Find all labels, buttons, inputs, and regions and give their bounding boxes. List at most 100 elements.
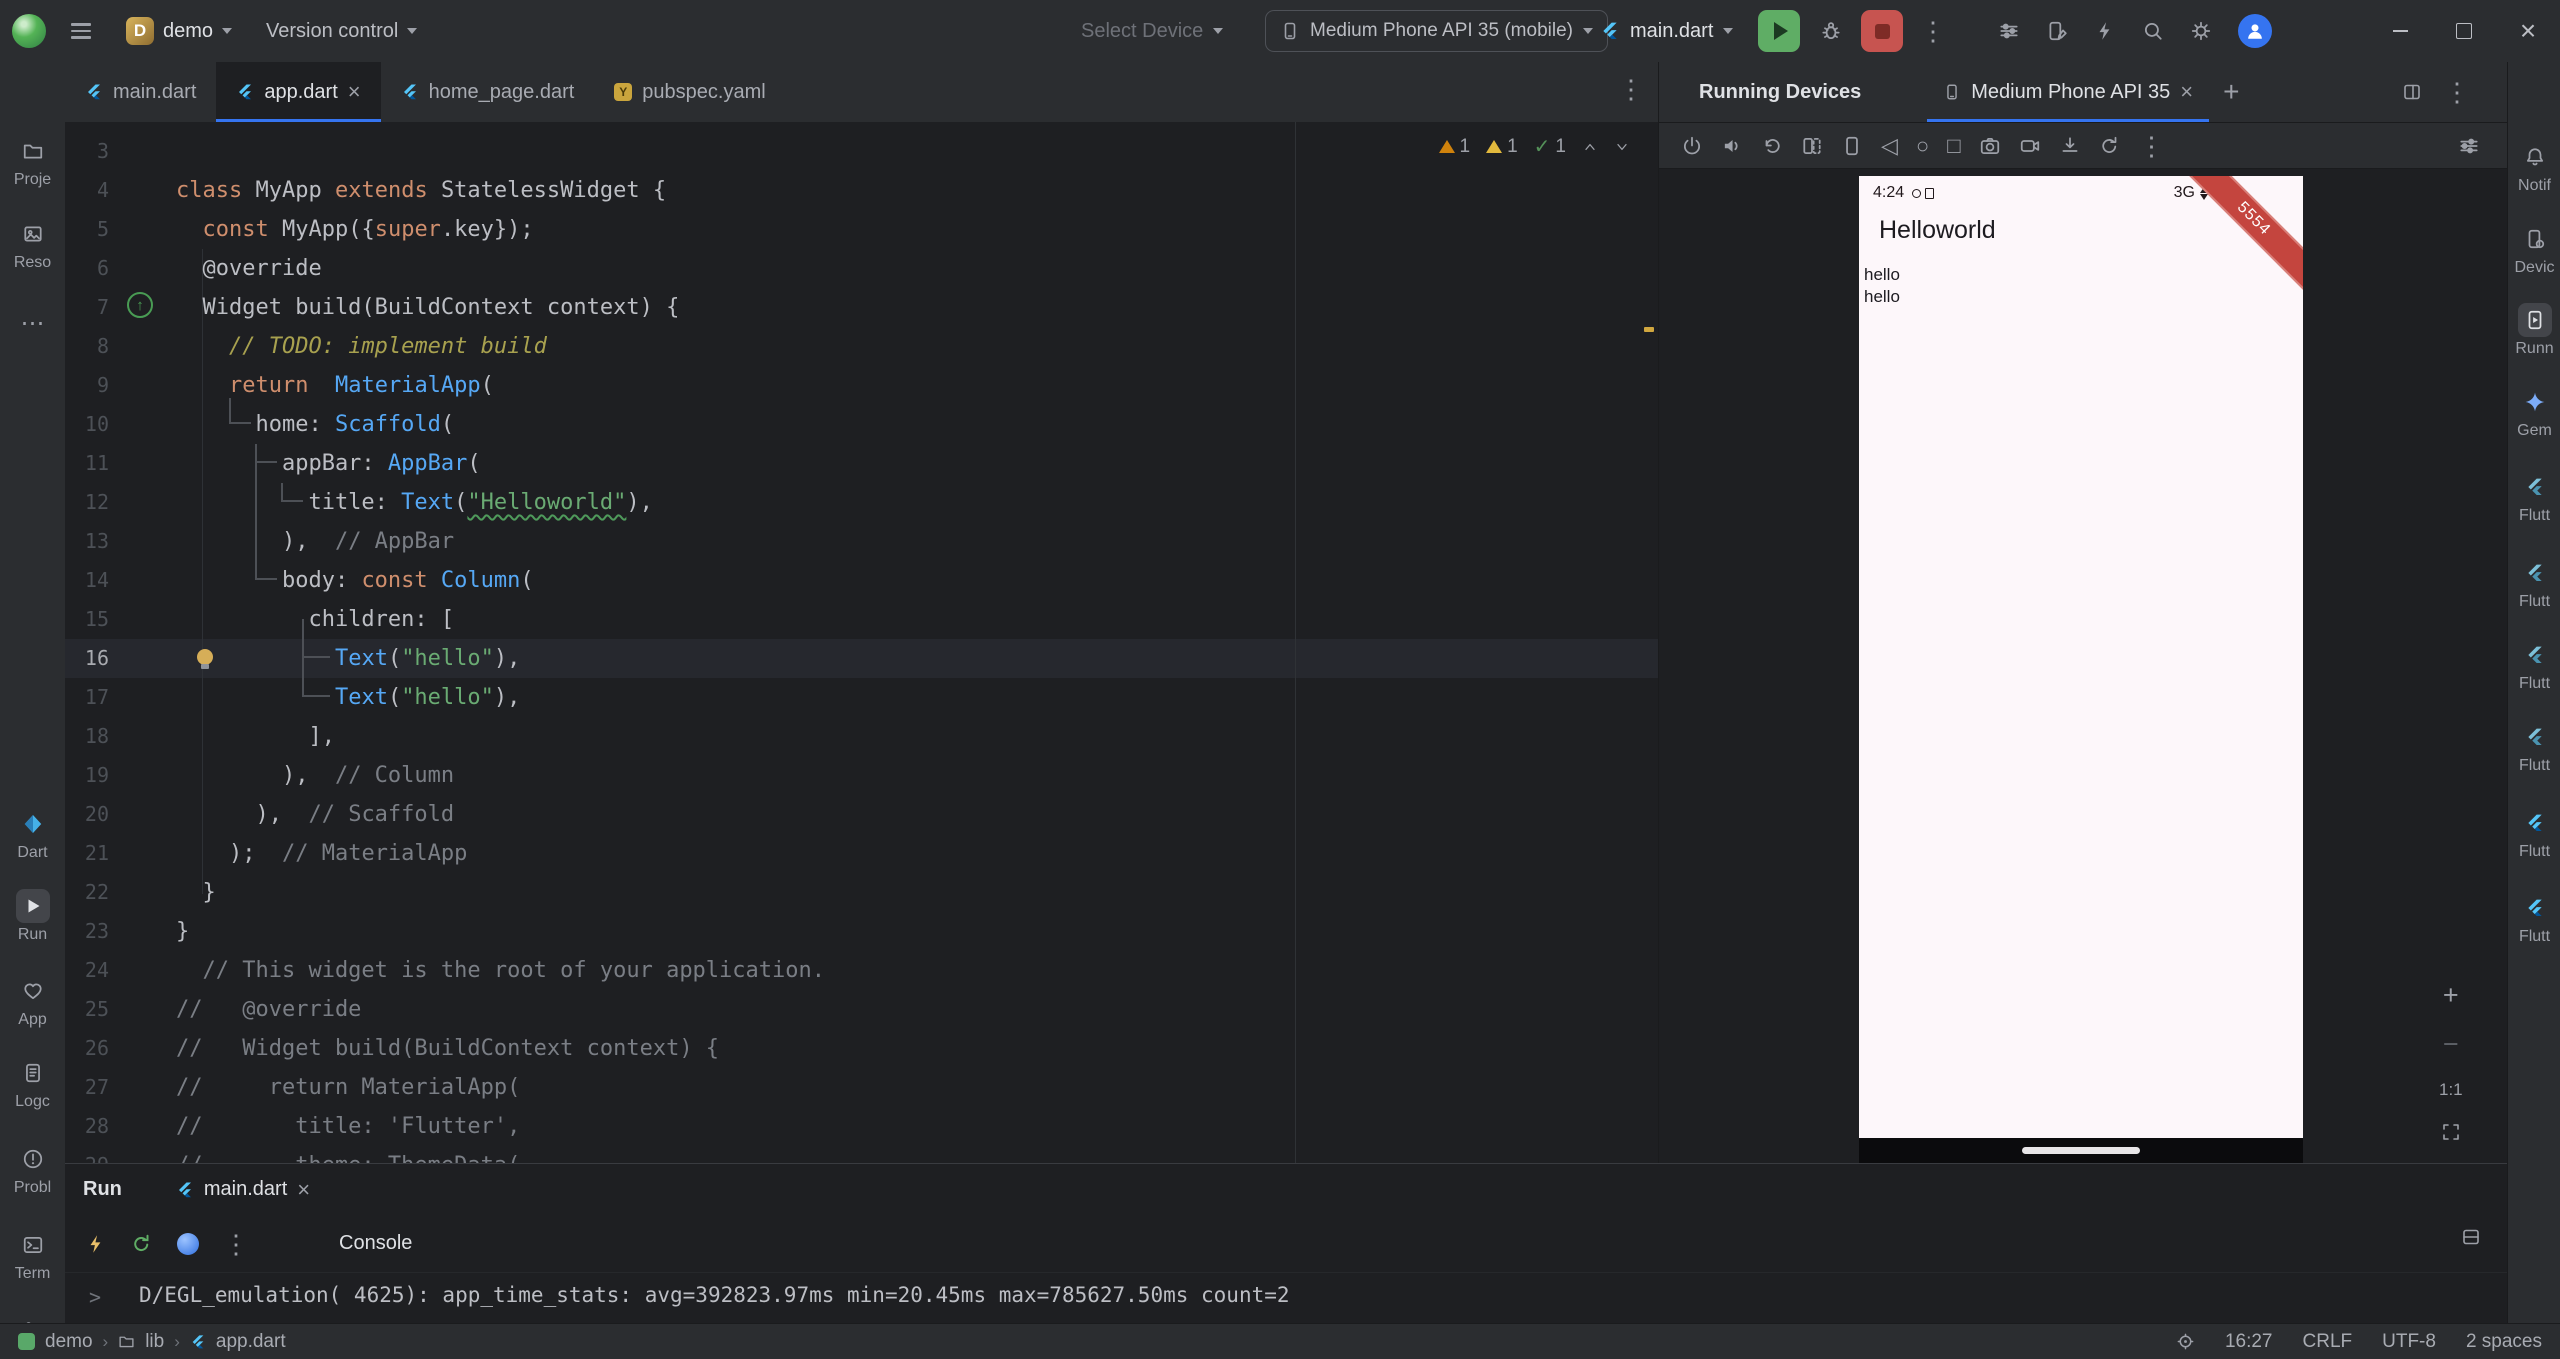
- close-tab-icon[interactable]: ×: [348, 81, 361, 103]
- project-selector[interactable]: D demo: [116, 10, 242, 52]
- line-number[interactable]: 13: [65, 522, 109, 561]
- weak-warning-counter[interactable]: 1: [1438, 136, 1470, 158]
- line-number[interactable]: 24: [65, 951, 109, 990]
- maximize-button[interactable]: [2432, 0, 2496, 62]
- stop-button[interactable]: [1861, 10, 1903, 52]
- zoom-reset-button[interactable]: 1:1: [2439, 1080, 2463, 1100]
- line-number[interactable]: 7: [65, 288, 109, 327]
- sidebar-item-terminal[interactable]: Term: [0, 1228, 65, 1283]
- line-number[interactable]: 21: [65, 834, 109, 873]
- select-device-dropdown[interactable]: Select Device: [1081, 0, 1224, 62]
- line-number[interactable]: 14: [65, 561, 109, 600]
- prev-highlight-button[interactable]: [1582, 139, 1598, 155]
- more-options-button[interactable]: ⋮: [2444, 79, 2470, 105]
- fit-to-window-button[interactable]: [2441, 1122, 2461, 1142]
- split-console-button[interactable]: [2461, 1227, 2481, 1247]
- close-tab-icon[interactable]: ×: [2180, 81, 2193, 103]
- warning-stripe-mark[interactable]: [1644, 327, 1654, 332]
- line-number[interactable]: 17: [65, 678, 109, 717]
- run-tab-main-dart[interactable]: main.dart ×: [162, 1164, 324, 1215]
- sidebar-item-run[interactable]: Run: [0, 889, 65, 944]
- sync-button[interactable]: [2099, 135, 2121, 157]
- run-configuration-selector[interactable]: main.dart: [1600, 0, 1734, 62]
- zoom-in-button[interactable]: +: [2443, 982, 2459, 1009]
- sidebar-item-flutter-extra[interactable]: Flutt: [2508, 891, 2560, 946]
- code-text-area[interactable]: class MyApp extends StatelessWidget { co…: [176, 132, 825, 1163]
- override-gutter-icon[interactable]: ↑: [127, 292, 153, 318]
- line-number[interactable]: 11: [65, 444, 109, 483]
- sidebar-item-resource-manager[interactable]: Reso: [0, 217, 65, 272]
- line-number[interactable]: 26: [65, 1029, 109, 1068]
- profile-avatar[interactable]: [2238, 14, 2272, 48]
- line-number[interactable]: 3: [65, 132, 109, 171]
- next-highlight-button[interactable]: [1614, 139, 1630, 155]
- emulator-screen[interactable]: 4:24 3G 5554 Helloworld hello hello: [1859, 176, 2303, 1163]
- sidebar-item-device-manager[interactable]: Devic: [2508, 222, 2560, 277]
- line-number[interactable]: 6: [65, 249, 109, 288]
- tab-home-page-dart[interactable]: home_page.dart: [381, 62, 595, 122]
- layout-options-button[interactable]: [2402, 82, 2422, 102]
- tab-options-button[interactable]: ⋮: [1618, 76, 1644, 102]
- sidebar-item-problems[interactable]: Probl: [0, 1142, 65, 1197]
- devtools-button[interactable]: [177, 1232, 199, 1255]
- rotate-left-button[interactable]: [1761, 135, 1783, 157]
- line-number[interactable]: 4: [65, 171, 109, 210]
- file-encoding[interactable]: UTF-8: [2382, 1331, 2436, 1353]
- home-button[interactable]: ○: [1916, 134, 1929, 157]
- sidebar-item-flutter-devtools[interactable]: Flutt: [2508, 806, 2560, 861]
- line-number[interactable]: 18: [65, 717, 109, 756]
- sidebar-item-project[interactable]: Proje: [0, 134, 65, 189]
- portrait-button[interactable]: [1841, 135, 1863, 157]
- status-target-icon[interactable]: [2176, 1332, 2195, 1351]
- line-number[interactable]: 29: [65, 1146, 109, 1163]
- sidebar-item-app-quality-insights[interactable]: App: [0, 974, 65, 1029]
- breadcrumb-folder[interactable]: lib: [145, 1331, 164, 1353]
- line-number[interactable]: 10: [65, 405, 109, 444]
- emulator-nav-bar[interactable]: [1859, 1138, 2303, 1163]
- overview-button[interactable]: □: [1947, 134, 1960, 157]
- screenshot-button[interactable]: [1979, 135, 2001, 157]
- line-number[interactable]: 27: [65, 1068, 109, 1107]
- sidebar-item-more[interactable]: ⋯: [0, 307, 65, 344]
- snapshot-button[interactable]: [2059, 135, 2081, 157]
- sidebar-item-running-devices[interactable]: Runn: [2508, 303, 2560, 358]
- more-run-options-button[interactable]: ⋮: [223, 1231, 249, 1257]
- line-number[interactable]: 25: [65, 990, 109, 1029]
- console-output-area[interactable]: > D/EGL_emulation( 4625): app_time_stats…: [65, 1273, 2507, 1324]
- more-actions-button[interactable]: ⋮: [1912, 10, 1954, 52]
- sidebar-item-flutter-inspector[interactable]: Flutt: [2508, 638, 2560, 693]
- zoom-out-button[interactable]: −: [2443, 1031, 2459, 1058]
- line-number[interactable]: 16: [65, 639, 109, 678]
- line-number[interactable]: 9: [65, 366, 109, 405]
- sidebar-item-dart-analysis[interactable]: Dart: [0, 807, 65, 862]
- hot-reload-button[interactable]: [85, 1233, 107, 1255]
- search-button[interactable]: [2142, 20, 2164, 42]
- screen-record-button[interactable]: [2019, 135, 2041, 157]
- sidebar-item-notifications[interactable]: Notif: [2508, 140, 2560, 195]
- inspection-widget[interactable]: 1 1 ✓ 1: [1438, 134, 1631, 159]
- line-number[interactable]: 15: [65, 600, 109, 639]
- code-editor[interactable]: 3 4 5 6 7 8 9 10 11 12 13 14 15 16 17 18 19 20 21 22 23 24 25 2…: [65, 122, 1658, 1163]
- sidebar-item-flutter-coverage[interactable]: Flutt: [2508, 720, 2560, 775]
- line-number[interactable]: 23: [65, 912, 109, 951]
- device-tab[interactable]: Medium Phone API 35 ×: [1927, 62, 2209, 122]
- run-button[interactable]: [1758, 10, 1800, 52]
- device-mirroring-button[interactable]: [2046, 20, 2068, 42]
- add-device-button[interactable]: +: [2223, 76, 2239, 108]
- debug-button[interactable]: [1810, 10, 1852, 52]
- breadcrumb[interactable]: demo › lib › app.dart: [18, 1331, 286, 1353]
- tab-main-dart[interactable]: main.dart: [65, 62, 216, 122]
- hot-restart-button[interactable]: [131, 1233, 153, 1255]
- line-separator[interactable]: CRLF: [2303, 1331, 2353, 1353]
- breadcrumb-project[interactable]: demo: [45, 1331, 93, 1353]
- sidebar-item-logcat[interactable]: Logc: [0, 1056, 65, 1111]
- line-number[interactable]: 12: [65, 483, 109, 522]
- ai-assistant-button[interactable]: [2094, 20, 2116, 42]
- display-settings-button[interactable]: [2458, 135, 2480, 157]
- indent-setting[interactable]: 2 spaces: [2466, 1331, 2542, 1353]
- intention-lightbulb-icon[interactable]: [197, 649, 213, 669]
- cursor-position[interactable]: 16:27: [2225, 1331, 2273, 1353]
- sidebar-item-gemini[interactable]: Gem: [2508, 385, 2560, 440]
- editor-gutter[interactable]: 3 4 5 6 7 8 9 10 11 12 13 14 15 16 17 18 19 20 21 22 23 24 25 2…: [65, 132, 109, 1163]
- tab-app-dart[interactable]: app.dart ×: [216, 62, 381, 122]
